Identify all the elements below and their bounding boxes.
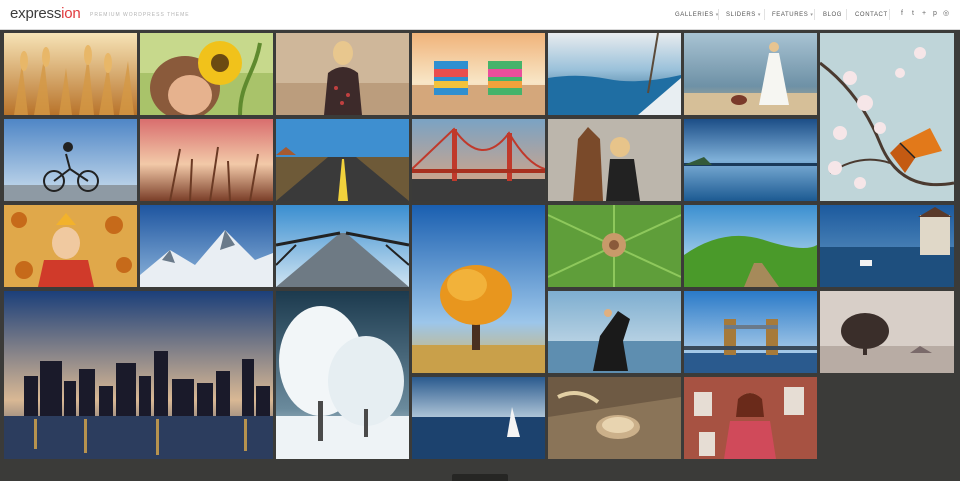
autumn-tree-photo[interactable] — [412, 205, 545, 373]
blonde-woman-portrait-photo[interactable] — [276, 33, 409, 115]
nav-blog[interactable]: BLOG — [823, 10, 842, 20]
cyclist-photo[interactable] — [4, 119, 137, 201]
woman-red-scarf-photo[interactable] — [684, 377, 817, 459]
nav-divider — [718, 9, 719, 20]
nav-divider — [814, 9, 815, 20]
site-logo[interactable]: expression — [10, 5, 81, 23]
google-plus-icon[interactable]: + — [920, 9, 928, 19]
rearing-horse-photo[interactable] — [548, 291, 681, 373]
snail-on-leaf-photo[interactable] — [548, 205, 681, 287]
girl-with-sunflower-photo[interactable] — [140, 33, 273, 115]
logo-text-part2: ion — [61, 5, 81, 22]
scroll-indicator[interactable] — [452, 474, 508, 481]
tower-bridge-photo[interactable] — [684, 291, 817, 373]
nav-sliders-label: SLIDERS — [726, 12, 756, 18]
wheat-field-photo[interactable] — [4, 33, 137, 115]
pinterest-icon[interactable]: p — [931, 9, 939, 19]
sailboat-sea-photo[interactable] — [412, 377, 545, 459]
snow-covered-tree-photo[interactable] — [276, 291, 409, 459]
photo-gallery-grid — [0, 30, 960, 481]
horse-and-girl-photo[interactable] — [548, 119, 681, 201]
nav-galleries[interactable]: GALLERIES▾ — [675, 10, 719, 20]
wooden-pier-photo[interactable] — [276, 205, 409, 287]
harbor-town-photo[interactable] — [820, 205, 954, 287]
blue-lake-photo[interactable] — [684, 119, 817, 201]
chevron-down-icon: ▾ — [757, 12, 762, 18]
nav-divider — [764, 9, 765, 20]
nav-blog-label: BLOG — [823, 12, 843, 18]
facebook-icon[interactable]: f — [898, 9, 906, 19]
nav-contact-label: CONTACT — [855, 12, 888, 18]
site-header: expression PREMIUM WORDPRESS THEME GALLE… — [0, 0, 960, 30]
nav-contact[interactable]: CONTACT — [855, 10, 888, 20]
woman-white-dress-beach-photo[interactable] — [684, 33, 817, 115]
sea-sailboat-photo[interactable] — [548, 33, 681, 115]
girl-autumn-leaves-photo[interactable] — [4, 205, 137, 287]
nav-features[interactable]: FEATURES ▾ — [772, 10, 813, 20]
nav-divider — [889, 9, 890, 20]
beach-chairs-photo[interactable] — [412, 33, 545, 115]
dribbble-icon[interactable]: ◎ — [942, 9, 950, 19]
twitter-icon[interactable]: t — [909, 9, 917, 19]
nav-sliders[interactable]: SLIDERS ▾ — [726, 10, 761, 20]
nav-divider — [846, 9, 847, 20]
oats-in-spoon-photo[interactable] — [548, 377, 681, 459]
golden-gate-bridge-photo[interactable] — [412, 119, 545, 201]
site-tagline: PREMIUM WORDPRESS THEME — [90, 12, 190, 18]
logo-text-part1: express — [10, 5, 62, 22]
nav-features-label: FEATURES — [772, 12, 809, 18]
field-grass-sunset-photo[interactable] — [140, 119, 273, 201]
snowy-mountains-photo[interactable] — [140, 205, 273, 287]
butterfly-cherry-blossom-photo[interactable] — [820, 33, 954, 201]
green-hills-boardwalk-photo[interactable] — [684, 205, 817, 287]
nav-galleries-label: GALLERIES — [675, 12, 714, 18]
city-skyline-night-photo[interactable] — [4, 291, 273, 459]
desert-road-photo[interactable] — [276, 119, 409, 201]
lone-tree-misty-photo[interactable] — [820, 291, 954, 373]
